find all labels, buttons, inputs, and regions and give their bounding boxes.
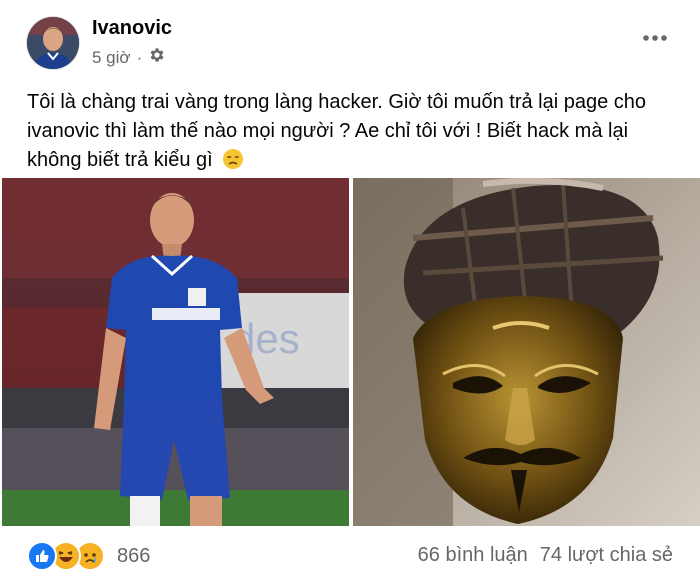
footballer-in-blue-kit-photo[interactable]: des — [2, 178, 349, 526]
disappointed-face-emoji — [222, 148, 244, 179]
meta-separator: · — [136, 47, 143, 67]
post-footer: 866 66 bình luận 74 lượt chia sẻ — [0, 528, 700, 583]
post-text: Tôi là chàng trai vàng trong làng hacker… — [27, 88, 677, 179]
golden-mask-with-cap-photo[interactable] — [353, 178, 700, 526]
post-media: des — [0, 178, 700, 528]
author-name[interactable]: Ivanovic — [92, 17, 172, 40]
like-icon — [27, 541, 57, 571]
author-avatar[interactable] — [27, 17, 79, 69]
engagement-stats: 66 bình luận 74 lượt chia sẻ — [418, 544, 673, 567]
reactions-summary[interactable]: 866 — [27, 541, 150, 571]
comments-count[interactable]: 66 bình luận — [418, 544, 528, 567]
gear-icon[interactable] — [148, 46, 166, 69]
post-time[interactable]: 5 giờ — [92, 48, 131, 68]
post-meta: 5 giờ · — [92, 46, 166, 69]
post-header: Ivanovic 5 giờ · — [0, 0, 700, 80]
reaction-count: 866 — [117, 544, 151, 567]
ellipsis-icon[interactable] — [641, 28, 669, 48]
shares-count[interactable]: 74 lượt chia sẻ — [540, 544, 673, 567]
post-body: Tôi là chàng trai vàng trong làng hacker… — [27, 91, 647, 171]
